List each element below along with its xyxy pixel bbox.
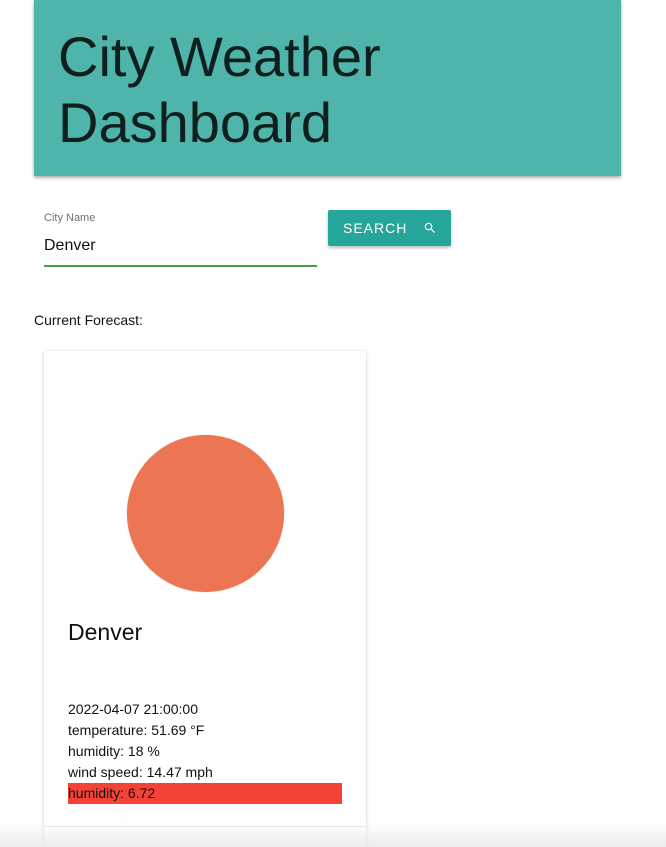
search-icon	[425, 222, 436, 233]
forecast-temperature: temperature: 51.69 °F	[68, 722, 205, 738]
weather-dashboard-page: City Weather Dashboard City Name SEARCH …	[0, 0, 666, 847]
search-button-label: SEARCH	[343, 220, 408, 236]
forecast-humidity: humidity: 18 %	[68, 743, 160, 759]
forecast-city-name: Denver	[68, 619, 143, 645]
forecast-datetime: 2022-04-07 21:00:00	[68, 701, 198, 717]
search-button[interactable]: SEARCH	[328, 210, 451, 246]
forecast-card: Denver 2022-04-07 21:00:00 temperature: …	[44, 351, 366, 847]
city-name-input[interactable]	[44, 233, 317, 259]
app-header: City Weather Dashboard	[34, 0, 621, 176]
sun-circle-icon	[127, 435, 284, 592]
card-divider	[44, 826, 366, 827]
city-name-underline	[44, 265, 317, 267]
city-name-label: City Name	[44, 212, 96, 224]
city-name-field: City Name	[44, 205, 317, 268]
forecast-humidity-alert: humidity: 6.72	[68, 783, 342, 804]
page-title: City Weather Dashboard	[58, 25, 381, 154]
forecast-details: 2022-04-07 21:00:00 temperature: 51.69 °…	[68, 699, 342, 804]
current-forecast-heading: Current Forecast:	[34, 312, 143, 328]
forecast-wind-speed: wind speed: 14.47 mph	[68, 764, 213, 780]
